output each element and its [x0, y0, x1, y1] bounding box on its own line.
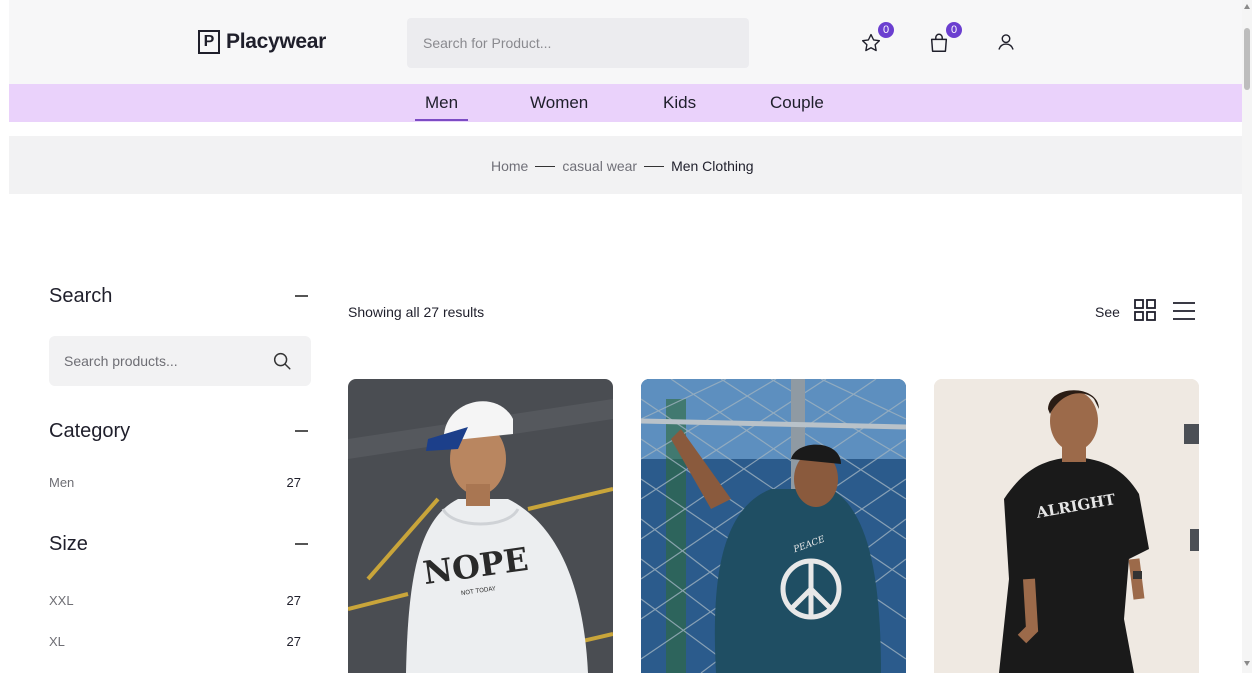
size-item-xxl[interactable]: XXL 27 [49, 593, 301, 608]
site-logo[interactable]: P Placywear [198, 30, 326, 54]
grid-view-icon[interactable] [1134, 299, 1156, 321]
main-nav: Men Women Kids Couple [9, 84, 1242, 122]
scroll-up-icon[interactable] [1244, 4, 1250, 9]
category-count: 27 [286, 475, 301, 490]
nav-item-men[interactable]: Men [414, 93, 469, 121]
category-filter-title: Category [49, 420, 131, 442]
size-count: 27 [286, 634, 301, 649]
scroll-down-icon[interactable] [1244, 661, 1250, 666]
wishlist-button[interactable]: 0 [860, 22, 894, 56]
size-label: XL [49, 634, 65, 649]
scrollbar-thumb[interactable] [1244, 28, 1250, 90]
breadcrumb-bar: Home casual wear Men Clothing [9, 136, 1242, 194]
breadcrumb-casual-wear[interactable]: casual wear [562, 158, 637, 174]
page-scrollbar[interactable] [1242, 0, 1252, 673]
cart-button[interactable]: 0 [928, 22, 962, 56]
product-card[interactable]: PEACE [641, 379, 906, 673]
collapse-category-button[interactable] [295, 430, 308, 432]
shopping-bag-icon [930, 33, 948, 52]
product-search-input[interactable] [407, 18, 749, 68]
breadcrumb-separator [535, 165, 556, 167]
sidebar-search-input[interactable] [49, 336, 259, 386]
view-label: See [1095, 304, 1120, 320]
nav-item-couple[interactable]: Couple [770, 93, 824, 113]
product-image: ALRIGHT [934, 379, 1199, 673]
collapse-search-button[interactable] [295, 295, 308, 297]
search-filter-title: Search [49, 285, 113, 307]
product-card[interactable]: NOPE NOT TODAY [348, 379, 613, 673]
size-filter-title: Size [49, 533, 88, 555]
logo-text: Placywear [226, 30, 327, 53]
search-icon[interactable] [271, 350, 293, 372]
results-count: Showing all 27 results [348, 304, 485, 320]
nav-item-women[interactable]: Women [530, 93, 588, 113]
wishlist-count-badge: 0 [878, 22, 894, 38]
cart-count-badge: 0 [946, 22, 962, 38]
star-icon [861, 33, 881, 52]
product-image: PEACE [641, 379, 906, 673]
product-card[interactable]: ALRIGHT [934, 379, 1199, 673]
product-image: NOPE NOT TODAY [348, 379, 613, 673]
breadcrumb-home[interactable]: Home [491, 158, 528, 174]
collapse-size-button[interactable] [295, 543, 308, 545]
account-button[interactable] [996, 32, 1020, 56]
size-count: 27 [286, 593, 301, 608]
breadcrumb: Home casual wear Men Clothing [491, 158, 754, 174]
category-label: Men [49, 475, 75, 490]
breadcrumb-current: Men Clothing [671, 158, 754, 174]
user-icon [998, 34, 1014, 50]
breadcrumb-separator [644, 165, 665, 167]
sidebar-search-box [49, 336, 311, 386]
list-view-icon[interactable] [1172, 300, 1196, 322]
size-label: XXL [49, 593, 74, 608]
logo-mark: P [198, 30, 220, 54]
size-item-xl[interactable]: XL 27 [49, 634, 301, 649]
nav-item-kids[interactable]: Kids [663, 93, 696, 113]
category-item-men[interactable]: Men 27 [49, 475, 301, 490]
